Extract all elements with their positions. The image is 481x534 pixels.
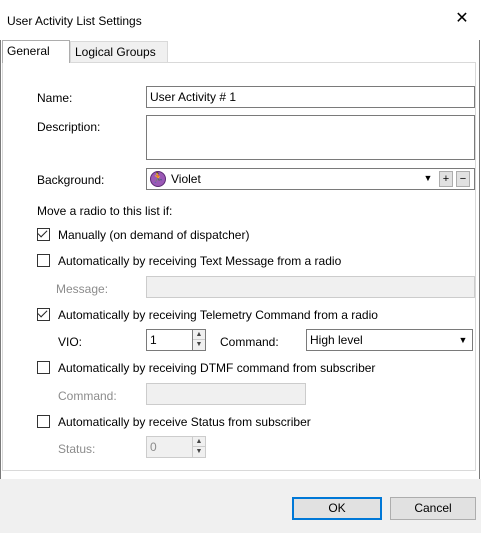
spin-up-icon[interactable]: ▲ (193, 330, 205, 340)
telemetry-label: Automatically by receiving Telemetry Com… (58, 308, 378, 322)
vio-spinner[interactable]: ▲ ▼ (192, 330, 205, 350)
remove-background-button[interactable]: − (456, 171, 470, 187)
dtmf-label: Automatically by receiving DTMF command … (58, 361, 376, 375)
manual-label: Manually (on demand of dispatcher) (58, 228, 250, 242)
chevron-down-icon[interactable]: ▼ (455, 331, 471, 349)
description-input[interactable] (146, 115, 475, 160)
cancel-button[interactable]: Cancel (390, 497, 476, 520)
background-select[interactable]: 🏃 Violet ▼ + − (146, 168, 475, 190)
dropdown-arrow-icon[interactable]: ▼ (421, 171, 435, 187)
tab-logical-groups[interactable]: Logical Groups (70, 41, 168, 62)
message-input[interactable] (146, 276, 475, 298)
status-spinner[interactable]: ▲ ▼ (192, 437, 205, 457)
tab-general[interactable]: General (2, 40, 70, 63)
status-spin-up-icon[interactable]: ▲ (193, 437, 205, 447)
vio-input[interactable]: 1 ▲ ▼ (146, 329, 206, 351)
name-label: Name: (37, 91, 73, 105)
manual-checkbox[interactable] (37, 227, 50, 241)
name-input[interactable]: User Activity # 1 (146, 86, 475, 108)
message-label: Message: (56, 282, 109, 296)
add-background-button[interactable]: + (439, 171, 453, 187)
dtmf-checkbox[interactable] (37, 361, 50, 374)
spin-down-icon[interactable]: ▼ (193, 340, 205, 350)
status-label: Status: (58, 442, 96, 456)
status-checkbox-label: Automatically by receive Status from sub… (58, 415, 311, 429)
text-message-label: Automatically by receiving Text Message … (58, 254, 342, 268)
status-spin-down-icon[interactable]: ▼ (193, 447, 205, 457)
dtmf-command-input[interactable] (146, 383, 306, 405)
command-select[interactable]: High level ▼ (306, 329, 473, 351)
close-icon[interactable]: ✕ (451, 8, 473, 30)
command-value: High level (310, 333, 363, 347)
text-message-checkbox[interactable] (37, 254, 50, 267)
running-person-icon: 🏃 (150, 171, 166, 187)
description-label: Description: (37, 120, 101, 134)
dtmf-command-label: Command: (58, 389, 117, 403)
status-input[interactable]: 0 ▲ ▼ (146, 436, 206, 458)
vio-value: 1 (150, 333, 157, 347)
command-label: Command: (220, 335, 279, 349)
move-heading: Move a radio to this list if: (37, 204, 173, 218)
status-value: 0 (150, 440, 157, 454)
button-bar: OK Cancel (0, 479, 481, 533)
title-bar: User Activity List Settings ✕ (0, 0, 481, 40)
status-checkbox[interactable] (37, 415, 50, 428)
dialog-title: User Activity List Settings (7, 14, 142, 28)
telemetry-checkbox[interactable] (37, 307, 50, 321)
vio-label: VIO: (58, 335, 83, 349)
background-value: Violet (171, 172, 201, 186)
ok-button[interactable]: OK (292, 497, 382, 520)
background-label: Background: (37, 173, 105, 187)
